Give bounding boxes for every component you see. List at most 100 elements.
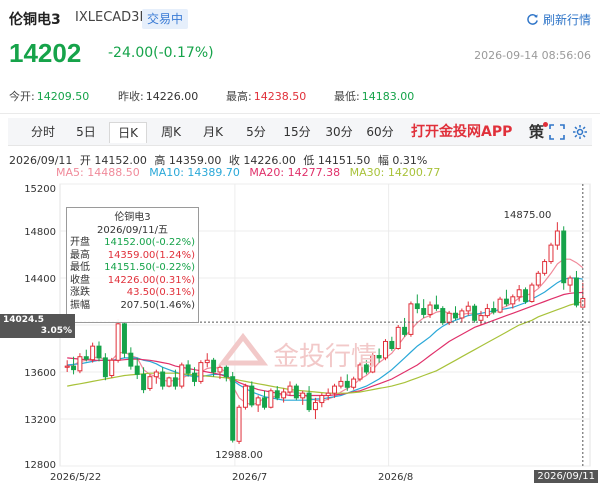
candle-body bbox=[433, 304, 439, 310]
candle-tooltip: 伦铜电3 2026/09/11/五 开盘 14152.00(-0.22%) 最高 1… bbox=[66, 207, 199, 323]
candle-body bbox=[249, 385, 255, 406]
y-tick-label: 15200 bbox=[24, 184, 56, 195]
candle-body bbox=[319, 395, 325, 404]
candle-body bbox=[453, 312, 458, 319]
trading-status-badge: 交易中 bbox=[142, 9, 189, 29]
candle-body bbox=[71, 365, 77, 371]
tooltip-row: 开盘 14152.00(-0.22%) bbox=[70, 237, 195, 248]
candle-body bbox=[242, 385, 248, 408]
settings-icon[interactable] bbox=[572, 124, 588, 140]
candle-body bbox=[446, 312, 452, 324]
tab-5min[interactable]: 5分 bbox=[244, 122, 268, 143]
candle-body bbox=[230, 376, 236, 441]
candle-body bbox=[115, 323, 121, 361]
candle-body bbox=[141, 373, 147, 391]
stat-open: 今开: 14209.50 bbox=[9, 90, 90, 103]
candle-body bbox=[554, 230, 560, 246]
y-tick-label: 14400 bbox=[24, 274, 56, 285]
tab-daily-k[interactable]: 日K bbox=[109, 122, 147, 143]
instrument-name: 伦铜电3 bbox=[9, 12, 61, 28]
candle-body bbox=[472, 305, 478, 321]
y-tick-label: 14800 bbox=[24, 227, 56, 238]
candle-body bbox=[421, 308, 427, 315]
strategy-label: 策 bbox=[529, 123, 545, 141]
candle-body bbox=[300, 392, 306, 399]
stats-row: 今开: 14209.50 昨收: 14226.00 最高: 14238.50 最低: 1… bbox=[0, 88, 600, 106]
refresh-icon bbox=[527, 13, 538, 25]
candle-body bbox=[90, 345, 96, 361]
candle-body bbox=[77, 356, 83, 372]
watermark-logo: 金投行情 bbox=[217, 332, 377, 372]
candle-body bbox=[287, 385, 293, 393]
candle-body bbox=[523, 289, 528, 302]
candle-body bbox=[274, 390, 280, 399]
candle-body bbox=[262, 397, 267, 408]
x-axis: 2026/5/22 2026/7 2026/8 bbox=[0, 472, 600, 485]
candle-body bbox=[306, 392, 312, 411]
candle-body bbox=[172, 377, 178, 387]
x-cursor-date: 2026/09/11 bbox=[534, 470, 598, 483]
candle-body bbox=[166, 377, 172, 387]
candle-body bbox=[491, 308, 497, 313]
stat-low: 最低: 14183.00 bbox=[334, 90, 415, 103]
price-change: -24.00(-0.17%) bbox=[108, 45, 214, 61]
candle-body bbox=[542, 261, 548, 274]
stat-high: 最高: 14238.50 bbox=[226, 90, 307, 103]
strategy-button[interactable]: 策 bbox=[529, 121, 549, 142]
fullscreen-icon[interactable] bbox=[549, 124, 565, 140]
last-price: 14202 bbox=[9, 38, 82, 68]
candle-body bbox=[408, 303, 414, 335]
tab-fenshi[interactable]: 分时 bbox=[28, 122, 58, 143]
tab-60min[interactable]: 60分 bbox=[365, 122, 395, 143]
candle-body bbox=[332, 385, 338, 394]
candle-body bbox=[529, 284, 535, 303]
x-tick-label: 2026/5/22 bbox=[50, 472, 102, 483]
candle-body bbox=[484, 308, 490, 317]
candle-body bbox=[96, 345, 102, 359]
candle-body bbox=[516, 289, 522, 298]
candle-body bbox=[122, 323, 127, 354]
candle-body bbox=[465, 305, 471, 312]
period-toolbar: 分时 5日 日K 周K 月K 5分 15分 30分 60分 打开金投网APP 策 bbox=[8, 118, 592, 146]
quote-header: 伦铜电3 IXLECAD3M 交易中 刷新行情 bbox=[0, 0, 600, 38]
candle-body bbox=[548, 244, 554, 263]
open-app-link[interactable]: 打开金投网APP bbox=[411, 122, 512, 143]
candle-body bbox=[160, 371, 166, 387]
tab-weekly-k[interactable]: 周K bbox=[156, 122, 186, 143]
tab-monthly-k[interactable]: 月K bbox=[198, 122, 228, 143]
candle-body bbox=[147, 376, 153, 389]
candle-body bbox=[64, 365, 70, 368]
tab-15min[interactable]: 15分 bbox=[282, 122, 312, 143]
notification-dot bbox=[543, 122, 549, 127]
price-row: 14202 -24.00(-0.17%) 2026-09-14 08:56:06 bbox=[0, 38, 600, 72]
cursor-pct: 3.05% bbox=[40, 326, 72, 336]
candle-body bbox=[185, 364, 191, 374]
min-annotation: 12988.00 bbox=[215, 450, 263, 461]
candle-body bbox=[427, 304, 433, 315]
divider bbox=[0, 113, 600, 114]
y-tick-label: 12800 bbox=[24, 460, 56, 471]
candle-body bbox=[535, 272, 541, 286]
tooltip-row: 收盘 14226.00(0.31%) bbox=[70, 274, 195, 286]
tab-5day[interactable]: 5日 bbox=[72, 122, 100, 143]
candle-body bbox=[573, 277, 579, 306]
candle-body bbox=[83, 356, 89, 360]
candle-body bbox=[198, 362, 204, 382]
max-annotation: 14875.00 bbox=[504, 210, 552, 221]
y-tick-label: 13600 bbox=[24, 368, 56, 379]
tooltip-row: 最高 14359.00(1.24%) bbox=[70, 249, 195, 261]
tab-30min[interactable]: 30分 bbox=[324, 122, 354, 143]
candle-body bbox=[567, 277, 573, 286]
candle-body bbox=[236, 406, 242, 442]
candle-body bbox=[134, 365, 140, 375]
candle-body bbox=[153, 371, 159, 378]
refresh-label: 刷新行情 bbox=[542, 12, 591, 27]
candle-body bbox=[102, 357, 108, 378]
refresh-button[interactable]: 刷新行情 bbox=[526, 10, 591, 28]
candle-body bbox=[281, 391, 287, 399]
candle-body bbox=[510, 296, 516, 305]
candle-body bbox=[109, 359, 115, 377]
candle-body bbox=[325, 392, 331, 396]
stat-prev-close: 昨收: 14226.00 bbox=[118, 90, 199, 103]
candle-body bbox=[192, 372, 197, 382]
